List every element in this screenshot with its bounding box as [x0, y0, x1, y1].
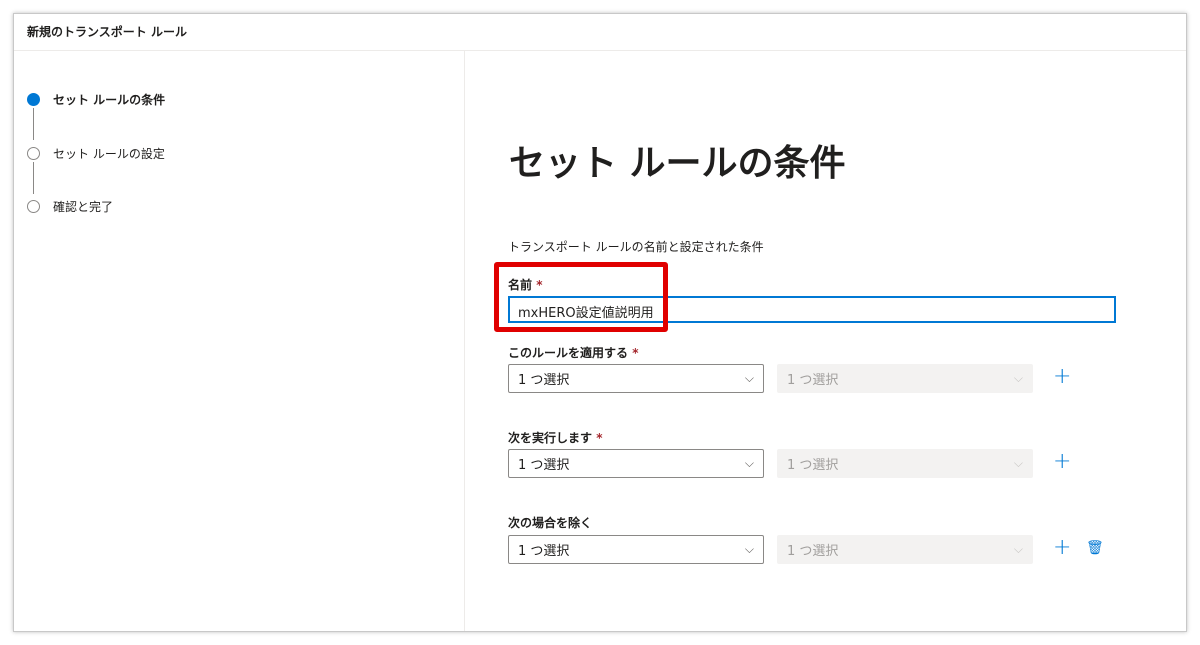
step-conditions[interactable]: セット ルールの条件 [27, 91, 165, 108]
step-connector [33, 108, 34, 140]
step-label: セット ルールの条件 [53, 93, 166, 107]
do-following-select-2: 1 つ選択 ⌵ [777, 449, 1033, 478]
step-navigation: セット ルールの条件 セット ルールの設定 確認と完了 [14, 51, 465, 631]
step-label: セット ルールの設定 [53, 147, 165, 161]
step-connector [33, 162, 34, 194]
except-if-select[interactable]: 1 つ選択 ⌵ [508, 535, 764, 564]
except-if-select-2: 1 つ選択 ⌵ [777, 535, 1033, 564]
step-label: 確認と完了 [53, 200, 114, 214]
apply-rule-select-2: 1 つ選択 ⌵ [777, 364, 1033, 393]
chevron-down-icon: ⌵ [744, 542, 754, 556]
page-title: セット ルールの条件 [509, 143, 846, 184]
apply-rule-label: このルールを適用する * [508, 346, 639, 360]
step-review[interactable]: 確認と完了 [27, 198, 113, 215]
apply-rule-select[interactable]: 1 つ選択 ⌵ [508, 364, 764, 393]
chevron-down-icon: ⌵ [744, 371, 754, 385]
step-inactive-icon [27, 200, 40, 213]
step-active-icon [27, 93, 40, 106]
chevron-down-icon: ⌵ [744, 456, 754, 470]
add-exception-icon[interactable]: + [1053, 535, 1071, 560]
add-condition-icon[interactable]: + [1053, 364, 1071, 389]
dialog-title: 新規のトランスポート ルール [14, 14, 1186, 51]
highlight-box [494, 262, 668, 332]
dialog-window: 新規のトランスポート ルール セット ルールの条件 セット ルールの設定 確認と… [13, 13, 1187, 632]
step-inactive-icon [27, 147, 40, 160]
do-following-select[interactable]: 1 つ選択 ⌵ [508, 449, 764, 478]
chevron-down-icon: ⌵ [1013, 371, 1023, 385]
page-subtitle: トランスポート ルールの名前と設定された条件 [508, 240, 764, 254]
except-if-label: 次の場合を除く [508, 516, 593, 530]
trash-icon[interactable]: 🗑 [1086, 540, 1104, 556]
chevron-down-icon: ⌵ [1013, 542, 1023, 556]
add-action-icon[interactable]: + [1053, 449, 1071, 474]
step-settings[interactable]: セット ルールの設定 [27, 145, 165, 162]
chevron-down-icon: ⌵ [1013, 456, 1023, 470]
do-following-label: 次を実行します * [508, 431, 603, 445]
